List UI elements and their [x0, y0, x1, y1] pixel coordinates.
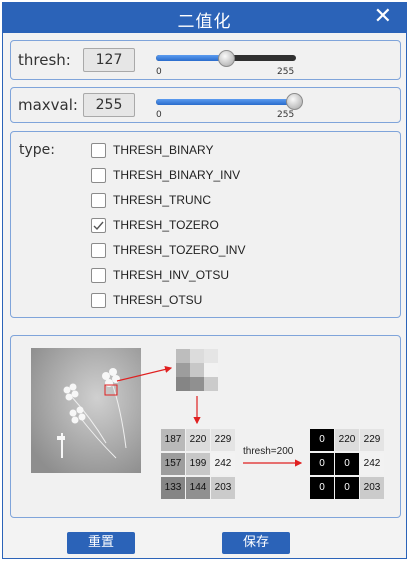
grid-cell: 220 [335, 429, 359, 451]
thresh-slider-fill [156, 55, 226, 61]
grid-cell: 242 [211, 453, 235, 475]
maxval-label: maxval: [18, 96, 78, 114]
checkbox[interactable] [91, 143, 106, 158]
thresh-label: thresh: [18, 51, 71, 69]
grid-cell: 220 [186, 429, 210, 451]
grid-cell: 0 [310, 453, 334, 475]
close-icon[interactable]: ✕ [374, 5, 392, 29]
checkbox[interactable] [91, 243, 106, 258]
maxval-group: maxval: 255 0 255 [10, 87, 401, 123]
grid-cell: 203 [211, 477, 235, 499]
option-label: THRESH_BINARY_INV [113, 168, 241, 182]
thresh-slider-thumb[interactable] [218, 50, 235, 67]
grid-cell: 133 [161, 477, 185, 499]
option-label: THRESH_BINARY [113, 143, 214, 157]
grid-cell: 144 [186, 477, 210, 499]
checkbox[interactable] [91, 268, 106, 283]
maxval-slider-fill [156, 99, 296, 105]
title-bar: 二值化 ✕ [3, 3, 406, 33]
thresh-max-tick: 255 [277, 67, 295, 77]
checkbox[interactable] [91, 293, 106, 308]
maxval-min-tick: 0 [156, 110, 162, 120]
thresh-arrow-label: thresh=200 [243, 446, 294, 457]
thresh-value-box[interactable]: 127 [83, 48, 135, 72]
option-label: THRESH_TOZERO [113, 218, 219, 232]
option-label: THRESH_INV_OTSU [113, 268, 230, 282]
source-grid: 187 220 229 157 199 242 133 144 203 [161, 429, 237, 499]
maxval-value-box[interactable]: 255 [83, 93, 135, 117]
grid-cell: 199 [186, 453, 210, 475]
grid-cell: 242 [360, 453, 384, 475]
thresh-group: thresh: 127 0 255 [10, 40, 401, 80]
result-grid: 0 220 229 0 0 242 0 0 203 [310, 429, 386, 499]
type-group: type: THRESH_BINARY THRESH_BINARY_INV TH… [10, 131, 401, 318]
grid-cell: 157 [161, 453, 185, 475]
threshold-dialog: 二值化 ✕ thresh: 127 0 255 maxval: 255 0 25… [2, 2, 407, 559]
maxval-max-tick: 255 [277, 110, 295, 120]
grid-cell: 0 [310, 429, 334, 451]
grid-cell: 0 [335, 453, 359, 475]
grid-cell: 0 [310, 477, 334, 499]
grid-cell: 187 [161, 429, 185, 451]
check-mark-icon [93, 221, 104, 231]
checkbox[interactable] [91, 193, 106, 208]
arrow-to-patch [116, 365, 173, 382]
illustration-group: thresh=200 187 220 229 157 199 242 133 1… [10, 335, 401, 518]
option-label: THRESH_TRUNC [113, 193, 212, 207]
dialog-title: 二值化 [177, 12, 232, 32]
save-button[interactable]: 保存 [222, 532, 290, 554]
grid-cell: 229 [360, 429, 384, 451]
maxval-slider-thumb[interactable] [286, 93, 303, 110]
grid-cell: 0 [335, 477, 359, 499]
grid-cell: 203 [360, 477, 384, 499]
checkbox-checked[interactable] [91, 218, 106, 233]
thresh-min-tick: 0 [156, 67, 162, 77]
reset-button[interactable]: 重置 [67, 532, 135, 554]
option-label: THRESH_OTSU [113, 293, 203, 307]
type-label: type: [19, 142, 55, 158]
grid-cell: 229 [211, 429, 235, 451]
checkbox[interactable] [91, 168, 106, 183]
option-label: THRESH_TOZERO_INV [113, 243, 246, 257]
